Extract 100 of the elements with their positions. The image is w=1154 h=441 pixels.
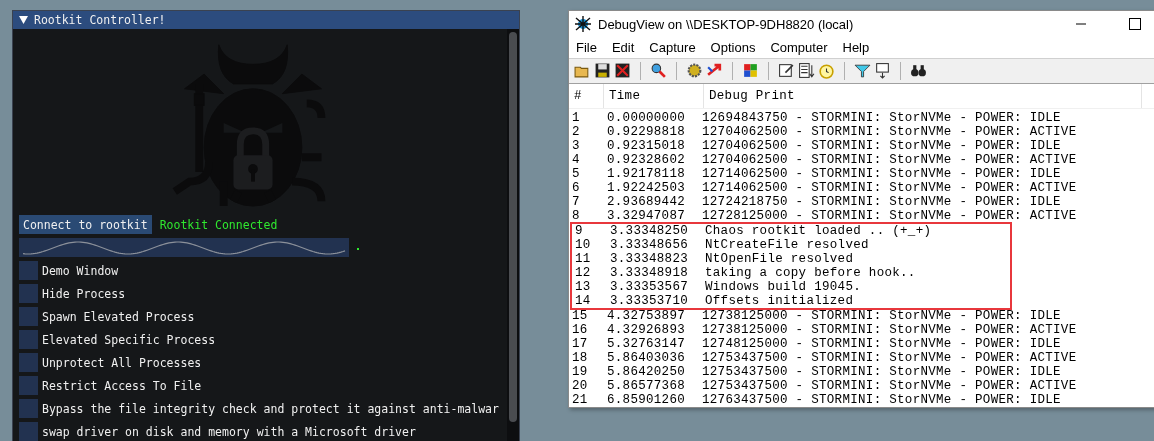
log-row[interactable]: 17 5.32763147 12748125000 - STORMINI: StorNVMe - POWER: IDLE: [569, 337, 1154, 351]
row-time: 3.33348250: [609, 224, 689, 238]
row-number: 2: [571, 125, 581, 139]
scrollbar[interactable]: [507, 29, 519, 441]
list-scroll-icon[interactable]: [797, 61, 816, 81]
row-number: 21: [571, 393, 589, 407]
window-title: DebugView on \\DESKTOP-9DH8820 (local): [598, 16, 855, 32]
option-label: Bypass the file integrity check and protect it against anti-malwar: [42, 401, 499, 416]
row-message: 12714062500 - STORMINI: StorNVMe - POWER: IDLE: [702, 167, 1061, 181]
log-row[interactable]: 14 3.33353710 Offsets initialized: [572, 294, 1010, 308]
option-checkbox[interactable]: [19, 353, 38, 372]
collapse-triangle-icon[interactable]: [19, 16, 28, 24]
connection-status: Rootkit Connected: [159, 217, 278, 232]
row-number: 3: [571, 139, 581, 153]
menu-item[interactable]: Options: [710, 39, 756, 55]
row-time: 5.86420250: [606, 365, 686, 379]
menu-item[interactable]: Computer: [770, 39, 828, 55]
row-time: 3.33348823: [609, 252, 689, 266]
row-number: 8: [571, 209, 581, 223]
row-time: 1.92178118: [606, 167, 686, 181]
log-row[interactable]: 20 5.86577368 12753437500 - STORMINI: StorNVMe - POWER: ACTIVE: [569, 379, 1154, 393]
row-number: 1: [571, 111, 581, 125]
log-row[interactable]: 8 3.32947087 12728125000 - STORMINI: StorNVMe - POWER: ACTIVE: [569, 209, 1154, 223]
row-time: 3.33353567: [609, 280, 689, 294]
row-time: 3.33348656: [609, 238, 689, 252]
menu-item[interactable]: Edit: [611, 39, 635, 55]
row-number: 12: [574, 266, 592, 280]
row-message: 12738125000 - STORMINI: StorNVMe - POWER: IDLE: [702, 309, 1061, 323]
row-number: 6: [571, 181, 581, 195]
option-checkbox[interactable]: [19, 261, 38, 280]
row-message: 12738125000 - STORMINI: StorNVMe - POWER: ACTIVE: [702, 323, 1077, 337]
row-time: 4.32926893: [606, 323, 686, 337]
option-label: Elevated Specific Process: [42, 332, 216, 347]
option-label: Unprotect All Processes: [42, 355, 202, 370]
log-row[interactable]: 3 0.92315018 12704062500 - STORMINI: StorNVMe - POWER: IDLE: [569, 139, 1154, 153]
log-row[interactable]: 6 1.92242503 12714062500 - STORMINI: StorNVMe - POWER: ACTIVE: [569, 181, 1154, 195]
highlight-icon[interactable]: [873, 61, 892, 81]
row-time: 3.33353710: [609, 294, 689, 308]
row-message: 12728125000 - STORMINI: StorNVMe - POWER: ACTIVE: [702, 209, 1077, 223]
row-message: NtCreateFile resolved: [705, 238, 869, 252]
option-label: Hide Process: [42, 286, 126, 301]
row-message: taking a copy before hook..: [705, 266, 916, 280]
row-number: 20: [571, 379, 589, 393]
log-row[interactable]: 15 4.32753897 12738125000 - STORMINI: StorNVMe - POWER: IDLE: [569, 309, 1154, 323]
log-row[interactable]: 10 3.33348656 NtCreateFile resolved: [572, 238, 1010, 252]
log-row[interactable]: 13 3.33353567 Windows build 19045.: [572, 280, 1010, 294]
menu-item[interactable]: File: [576, 39, 597, 55]
row-time: 0.00000000: [606, 111, 686, 125]
log-row[interactable]: 2 0.92298818 12704062500 - STORMINI: StorNVMe - POWER: ACTIVE: [569, 125, 1154, 139]
row-number: 18: [571, 351, 589, 365]
log-row[interactable]: 18 5.86403036 12753437500 - STORMINI: StorNVMe - POWER: ACTIVE: [569, 351, 1154, 365]
menu-item[interactable]: Capture: [649, 39, 696, 55]
row-number: 9: [574, 224, 584, 238]
row-time: 5.86403036: [606, 351, 686, 365]
option-checkbox[interactable]: [19, 399, 38, 418]
row-number: 4: [571, 153, 581, 167]
log-row[interactable]: 16 4.32926893 12738125000 - STORMINI: StorNVMe - POWER: ACTIVE: [569, 323, 1154, 337]
log-row[interactable]: 12 3.33348918 taking a copy before hook..: [572, 266, 1010, 280]
menu-item[interactable]: Help: [842, 39, 870, 55]
row-time: 2.93689442: [606, 195, 686, 209]
option-checkbox[interactable]: [19, 330, 38, 349]
log-row[interactable]: 9 3.33348250 Chaos rootkit loaded .. (+_+): [572, 224, 1010, 238]
row-time: 6.85901260: [606, 393, 686, 407]
option-checkbox[interactable]: [19, 422, 38, 441]
log-row[interactable]: 19 5.86420250 12753437500 - STORMINI: StorNVMe - POWER: IDLE: [569, 365, 1154, 379]
maximize-icon[interactable]: [1129, 18, 1141, 31]
row-number: 7: [571, 195, 581, 209]
column-header[interactable]: #: [569, 84, 604, 108]
row-time: 3.32947087: [606, 209, 686, 223]
row-message: 12714062500 - STORMINI: StorNVMe - POWER: ACTIVE: [702, 181, 1077, 195]
option-checkbox[interactable]: [19, 284, 38, 303]
connect-button[interactable]: Connect to rootkit: [19, 215, 152, 234]
row-number: 5: [571, 167, 581, 181]
row-message: 12763437500 - STORMINI: StorNVMe - POWER: IDLE: [702, 393, 1061, 407]
window-title: Rootkit Controller!: [34, 13, 166, 27]
row-number: 11: [574, 252, 592, 266]
column-header[interactable]: Debug Print: [704, 84, 1142, 108]
row-time: 5.32763147: [606, 337, 686, 351]
option-checkbox[interactable]: [19, 307, 38, 326]
log-row[interactable]: 11 3.33348823 NtOpenFile resolved: [572, 252, 1010, 266]
row-time: 0.92298818: [606, 125, 686, 139]
log-row[interactable]: 5 1.92178118 12714062500 - STORMINI: StorNVMe - POWER: IDLE: [569, 167, 1154, 181]
option-label: Demo Window: [42, 263, 119, 278]
log-row[interactable]: 4 0.92328602 12704062500 - STORMINI: StorNVMe - POWER: ACTIVE: [569, 153, 1154, 167]
row-time: 3.33348918: [609, 266, 689, 280]
column-header[interactable]: Time: [604, 84, 704, 108]
row-message: Offsets initialized: [705, 294, 854, 308]
log-row[interactable]: 21 6.85901260 12763437500 - STORMINI: StorNVMe - POWER: IDLE: [569, 393, 1154, 407]
app-bug-icon: [574, 15, 592, 34]
log-row[interactable]: 1 0.00000000 12694843750 - STORMINI: StorNVMe - POWER: IDLE: [569, 111, 1154, 125]
log-row[interactable]: 7 2.93689442 12724218750 - STORMINI: StorNVMe - POWER: IDLE: [569, 195, 1154, 209]
option-label: swap driver on disk and memory with a Microsoft driver: [42, 424, 416, 439]
row-time: 4.32753897: [606, 309, 686, 323]
option-label: Spawn Elevated Process: [42, 309, 195, 324]
row-time: 5.86577368: [606, 379, 686, 393]
row-message: 12704062500 - STORMINI: StorNVMe - POWER: ACTIVE: [702, 153, 1077, 167]
row-number: 17: [571, 337, 589, 351]
option-checkbox[interactable]: [19, 376, 38, 395]
row-message: 12704062500 - STORMINI: StorNVMe - POWER: IDLE: [702, 139, 1061, 153]
row-message: NtOpenFile resolved: [705, 252, 854, 266]
